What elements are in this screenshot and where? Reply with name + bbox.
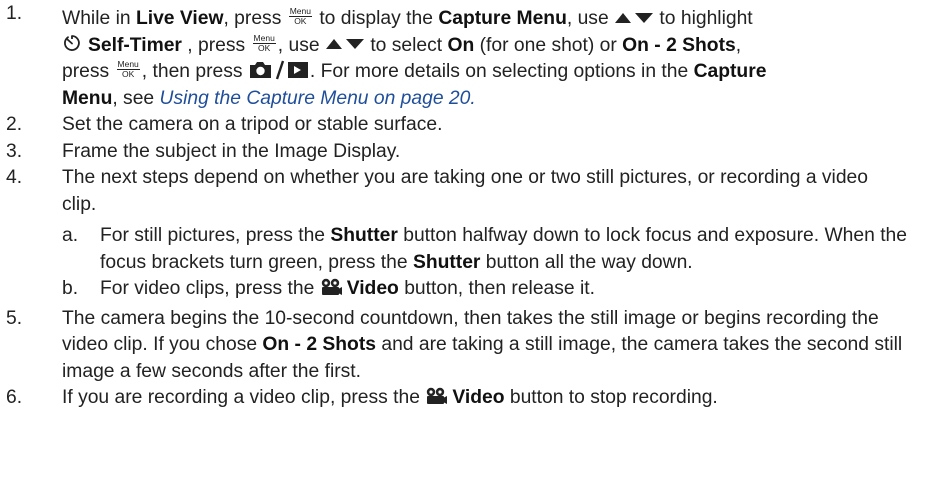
video-icon — [321, 278, 342, 295]
step-3: 3. Frame the subject in the Image Displa… — [0, 139, 929, 166]
video-label: Video — [452, 387, 505, 408]
step-number: 2. — [6, 114, 23, 135]
step-4a: a. For still pictures, press the Shutter… — [62, 225, 907, 273]
up-down-arrows-icon — [325, 39, 364, 50]
up-down-arrows-icon — [615, 12, 654, 23]
on-option: On — [447, 34, 475, 56]
video-icon — [427, 387, 448, 404]
substep-letter: a. — [62, 225, 79, 246]
step-number: 4. — [6, 167, 23, 188]
capture-menu-link[interactable]: Using the Capture Menu — [160, 88, 369, 109]
menu-ok-icon: Menu OK — [252, 32, 276, 53]
instruction-page: 1. While in Live View, press Menu OK to d… — [0, 0, 939, 412]
capture-label: Capture — [693, 61, 767, 82]
step-4b: b. For video clips, press the Video butt… — [0, 276, 929, 303]
menu-ok-icon: Menu OK — [288, 6, 312, 27]
menu-label: Menu — [62, 87, 113, 109]
self-timer-label: Self-Timer — [88, 34, 182, 56]
shutter-label: Shutter — [412, 251, 481, 273]
step-number: 5. — [6, 307, 23, 329]
live-view-label: Live View — [135, 8, 224, 29]
step-4: 4. The next steps depend on whether you … — [6, 167, 868, 215]
on-2-shots-option: On - 2 Shots — [262, 334, 376, 355]
capture-menu-label: Capture Menu — [438, 8, 567, 29]
step-number: 3. — [6, 140, 23, 162]
video-label: Video — [346, 278, 399, 299]
step-number: 1. — [6, 3, 23, 24]
menu-ok-icon: Menu OK — [116, 59, 140, 80]
step-1: 1. While in Live View, press Menu OK to d… — [6, 3, 767, 109]
on-2-shots-option: On - 2 Shots — [622, 34, 736, 56]
step-6: 6. If you are recording a video clip, pr… — [0, 385, 929, 412]
step-2: 2. Set the camera on a tripod or stable … — [0, 112, 929, 139]
camera-playback-icon — [249, 60, 308, 80]
substep-letter: b. — [62, 278, 79, 299]
step-number: 6. — [6, 387, 23, 408]
shutter-label: Shutter — [330, 225, 398, 246]
self-timer-icon — [64, 35, 80, 52]
step-5: 5. The camera begins the 10-second count… — [6, 307, 903, 382]
